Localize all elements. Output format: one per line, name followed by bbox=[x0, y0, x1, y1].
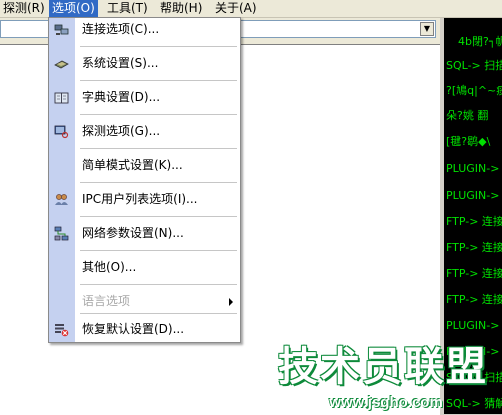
menu-bar: 探测(R) 选项(O) 工具(T) 帮助(H) 关于(A) bbox=[0, 0, 502, 18]
network-icon bbox=[54, 226, 69, 241]
options-dropdown-menu: 连接选项(C)... 系统设置(S)... 字典设置(D)... 探测选项(G)… bbox=[48, 17, 241, 343]
log-line: FTP-> 连接 bbox=[446, 267, 502, 280]
menu-item-label: 简单模式设置(K)... bbox=[82, 158, 183, 172]
menu-tools[interactable]: 工具(T) bbox=[104, 0, 151, 17]
menu-options[interactable]: 选项(O) bbox=[49, 0, 98, 17]
menu-item-label: IPC用户列表选项(I)... bbox=[82, 192, 198, 206]
menu-item-label: 网络参数设置(N)... bbox=[82, 226, 184, 240]
log-line: ?[鳩q|^~痰 bbox=[446, 84, 502, 97]
system-settings-icon bbox=[54, 60, 69, 69]
log-line: SQL-> 扫描 bbox=[446, 59, 502, 72]
menu-item-label: 恢复默认设置(D)... bbox=[82, 322, 185, 336]
menu-item-simple-mode-settings[interactable]: 简单模式设置(K)... bbox=[49, 149, 240, 182]
menu-item-connection-options[interactable]: 连接选项(C)... bbox=[49, 18, 240, 46]
menu-item-label: 探测选项(G)... bbox=[82, 124, 161, 138]
submenu-arrow-icon bbox=[229, 298, 233, 306]
menu-item-probe-options[interactable]: 探测选项(G)... bbox=[49, 115, 240, 148]
log-line: FTP-> 连接 bbox=[446, 215, 502, 228]
watermark-url: www.jsgho.com bbox=[329, 394, 443, 411]
watermark: 技术员联盟 www.jsgho.com bbox=[264, 344, 502, 414]
menu-probe[interactable]: 探测(R) bbox=[0, 0, 48, 17]
menu-item-label: 其他(O)... bbox=[82, 260, 137, 274]
log-line: PLUGIN-> 3 bbox=[446, 162, 502, 175]
menu-item-label: 连接选项(C)... bbox=[82, 22, 160, 36]
log-line: 朵?姚 翻 bbox=[446, 109, 489, 122]
log-line: PLUGIN-> 3 bbox=[446, 319, 502, 332]
menu-item-dictionary-settings[interactable]: 字典设置(D)... bbox=[49, 81, 240, 114]
menu-about[interactable]: 关于(A) bbox=[212, 0, 260, 17]
log-line: FTP-> 连接 bbox=[446, 241, 502, 254]
menu-item-restore-defaults[interactable]: 恢复默认设置(D)... bbox=[49, 313, 240, 346]
chevron-down-icon[interactable]: ▼ bbox=[420, 22, 434, 36]
connection-icon bbox=[54, 24, 69, 35]
menu-item-label: 字典设置(D)... bbox=[82, 90, 161, 104]
log-line: PLUGIN-> 3 bbox=[446, 189, 502, 202]
menu-help[interactable]: 帮助(H) bbox=[157, 0, 205, 17]
restore-defaults-icon bbox=[55, 324, 69, 337]
menu-item-ipc-user-list-options[interactable]: IPC用户列表选项(I)... bbox=[49, 183, 240, 216]
log-line: FTP-> 连接 bbox=[446, 293, 502, 306]
menu-item-network-settings[interactable]: 网络参数设置(N)... bbox=[49, 217, 240, 250]
menu-item-system-settings[interactable]: 系统设置(S)... bbox=[49, 47, 240, 80]
probe-options-icon bbox=[54, 125, 69, 139]
dictionary-icon bbox=[54, 92, 69, 104]
watermark-title: 技术员联盟 bbox=[278, 344, 488, 390]
log-line: [毽?鹖◆\ bbox=[446, 135, 491, 148]
log-line: 4b閉?┐帆 bbox=[458, 35, 502, 48]
menu-item-label: 系统设置(S)... bbox=[82, 56, 159, 70]
ipc-users-icon bbox=[55, 194, 68, 205]
menu-item-other[interactable]: 其他(O)... bbox=[49, 251, 240, 284]
